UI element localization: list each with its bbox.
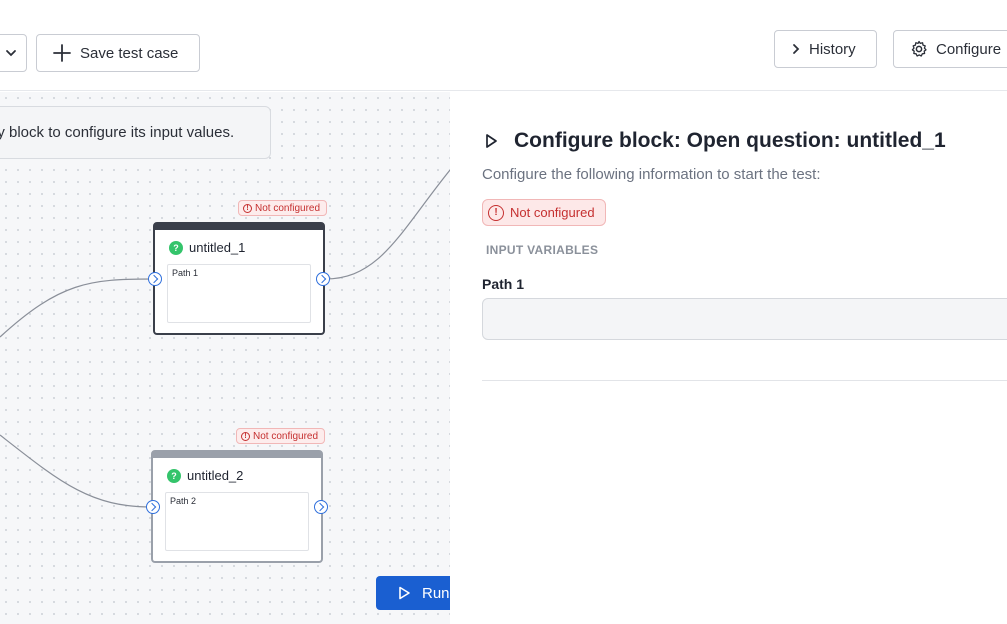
divider bbox=[482, 380, 1007, 381]
input-variables-heading: INPUT VARIABLES bbox=[486, 243, 599, 257]
dropdown-button[interactable] bbox=[0, 34, 27, 72]
plus-icon bbox=[53, 44, 71, 62]
alert-circle-icon: ! bbox=[488, 204, 504, 221]
question-bubble-icon: ? bbox=[169, 240, 183, 255]
alert-circle-icon: ! bbox=[243, 203, 252, 213]
canvas-hint: ny block to configure its input values. bbox=[0, 106, 271, 159]
status-badge-text: Not configured bbox=[510, 205, 595, 220]
node-status-text: Not configured bbox=[253, 430, 319, 442]
question-bubble-icon: ? bbox=[167, 468, 181, 483]
save-button-label: Save test case bbox=[80, 44, 179, 62]
node-body: Path 2 bbox=[165, 492, 309, 551]
canvas-hint-text: ny block to configure its input values. bbox=[0, 124, 235, 141]
flow-node-untitled-2[interactable]: ? untitled_2 Path 2 bbox=[151, 450, 323, 563]
gear-icon bbox=[911, 40, 927, 57]
node-path-label: Path 2 bbox=[170, 496, 197, 506]
top-toolbar: Save test case History Configure bbox=[0, 0, 1007, 91]
flow-node-untitled-1[interactable]: ? untitled_1 Path 1 bbox=[153, 222, 325, 335]
history-button-label: History bbox=[809, 40, 856, 58]
node-input-port[interactable] bbox=[146, 500, 160, 514]
status-badge: ! Not configured bbox=[482, 199, 606, 226]
flow-canvas[interactable]: ny block to configure its input values. … bbox=[0, 92, 450, 624]
node-title: untitled_1 bbox=[189, 240, 246, 255]
node-body: Path 1 bbox=[167, 264, 311, 323]
node-status-badge: ! Not configured bbox=[236, 428, 326, 444]
save-test-case-button[interactable]: Save test case bbox=[36, 34, 200, 72]
node-path-label: Path 1 bbox=[172, 268, 199, 278]
node-status-text: Not configured bbox=[255, 202, 321, 214]
node-output-port[interactable] bbox=[314, 500, 328, 514]
node-title: untitled_2 bbox=[187, 468, 244, 483]
configure-button-label: Configure bbox=[936, 40, 1002, 58]
panel-subtitle: Configure the following information to s… bbox=[482, 166, 821, 183]
path-1-input[interactable] bbox=[482, 298, 1007, 340]
history-button[interactable]: History bbox=[774, 30, 877, 68]
play-icon bbox=[486, 134, 497, 148]
node-output-port[interactable] bbox=[316, 272, 330, 286]
play-icon bbox=[399, 586, 410, 600]
alert-circle-icon: ! bbox=[241, 431, 250, 441]
panel-title: Configure block: Open question: untitled… bbox=[514, 129, 946, 152]
panel-header: Configure block: Open question: untitled… bbox=[482, 129, 946, 153]
configure-panel: Configure block: Open question: untitled… bbox=[450, 92, 1007, 624]
path-1-label: Path 1 bbox=[482, 276, 525, 292]
node-input-port[interactable] bbox=[148, 272, 162, 286]
chevron-right-icon bbox=[793, 44, 800, 54]
configure-button[interactable]: Configure bbox=[893, 30, 1007, 68]
chevron-down-icon bbox=[5, 50, 16, 57]
node-status-badge: ! Not configured bbox=[238, 200, 328, 216]
